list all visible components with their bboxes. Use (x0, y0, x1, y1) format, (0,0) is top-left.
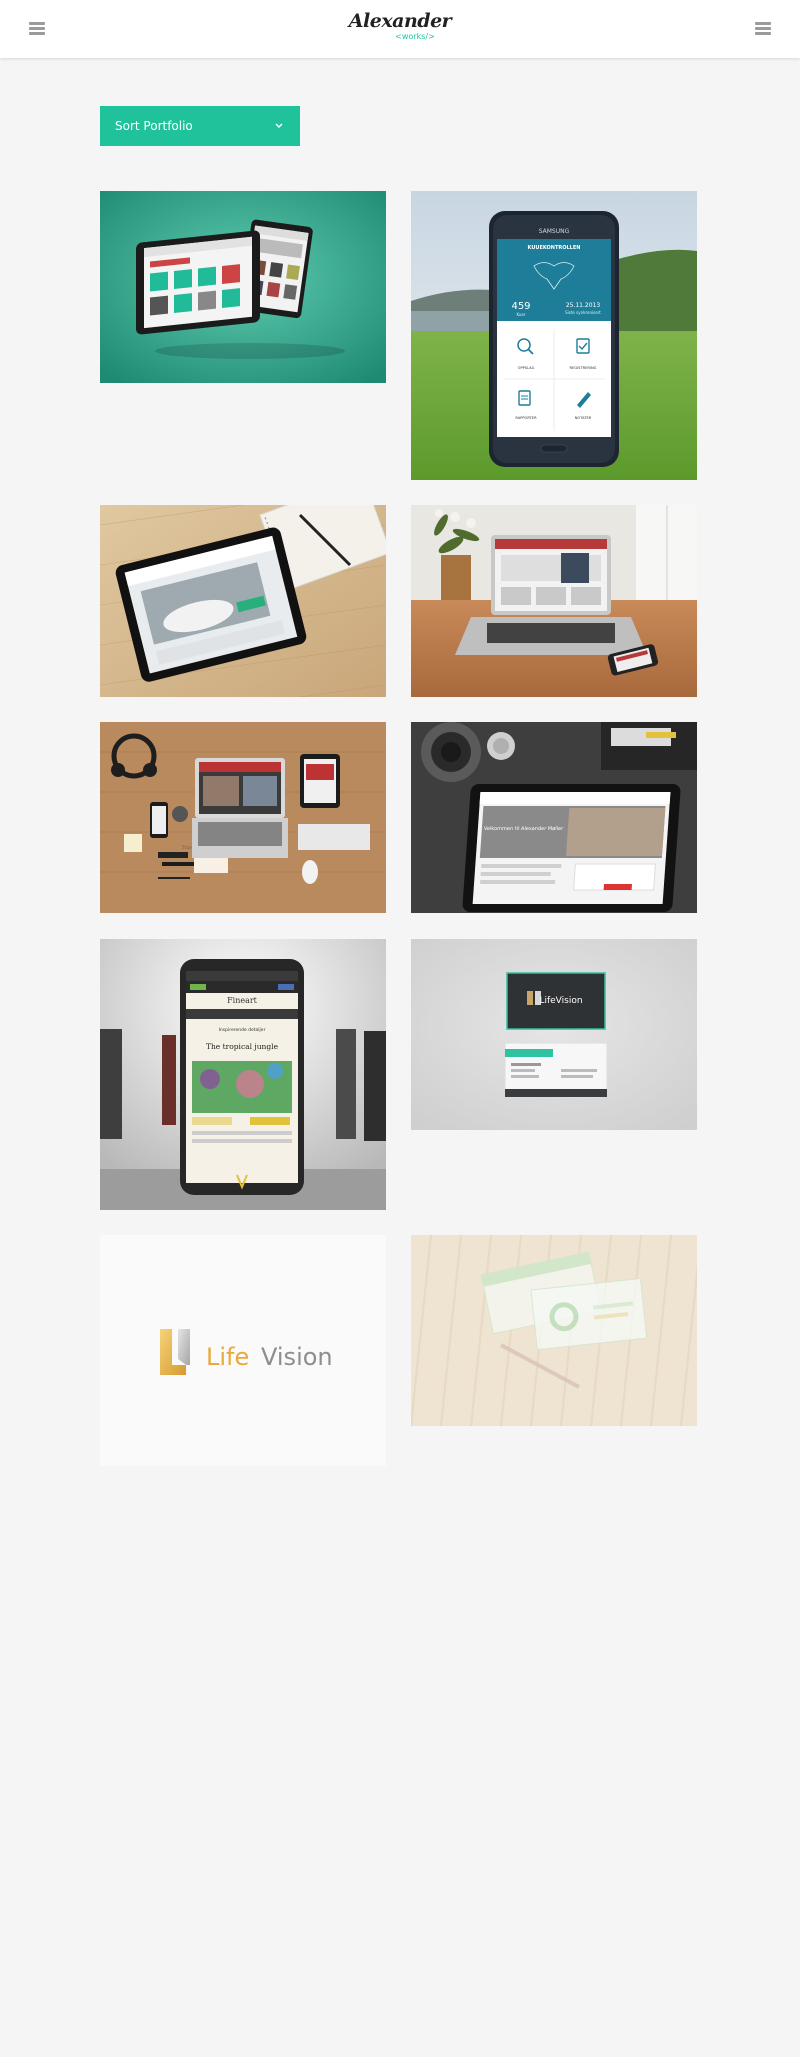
app-button-label-2: REGISTRERING (570, 366, 597, 370)
portfolio-item-lifevision-cards[interactable]: LifeVision (411, 939, 697, 1130)
app-button-label-1: OPPSLAG (518, 366, 535, 370)
flatlay-devices-image: Travel. Create. Sell more. (100, 722, 386, 913)
portfolio-item-ipad-camera[interactable]: Velkommen til Alexander Møller (411, 722, 697, 913)
logo-name: Alexander (348, 10, 452, 32)
ipad-pair-image (100, 191, 386, 383)
macbook-flowers-image (411, 505, 697, 697)
site-header: Alexander <works/> (0, 0, 800, 58)
portfolio-item-fineart-phone[interactable]: Fineart Inspirerende detaljer The tropic… (100, 939, 386, 1210)
portfolio-item-flatlay-devices[interactable]: Travel. Create. Sell more. (100, 722, 386, 913)
logo-life-text: Life (206, 1343, 249, 1371)
app-button-label-3: RAPPORTER (515, 416, 537, 420)
samsung-app-image: SAMSUNG KUUEKONTROLLEN 459 Kuer 25.11.20… (411, 191, 697, 480)
sort-portfolio-label: Sort Portfolio (115, 119, 193, 133)
fineart-brand: Fineart (227, 996, 258, 1005)
portfolio-item-ipad-wood[interactable] (100, 505, 386, 697)
portfolio-item-ipad-pair[interactable] (100, 191, 386, 383)
phone-brand-text: SAMSUNG (539, 228, 570, 235)
fineart-heading: Inspirerende detaljer (219, 1027, 266, 1033)
app-button-label-4: NOTATER (575, 416, 592, 420)
ipad-camera-image: Velkommen til Alexander Møller (411, 722, 697, 913)
lifevision-cards-image: LifeVision (411, 939, 697, 1130)
ipad-camera-headline: Velkommen til Alexander Møller (484, 826, 565, 832)
fineart-phone-image: Fineart Inspirerende detaljer The tropic… (100, 939, 386, 1210)
sort-portfolio-dropdown[interactable]: Sort Portfolio (100, 106, 300, 146)
portfolio-item-green-cards[interactable] (411, 1235, 697, 1426)
portfolio-item-macbook-flowers[interactable] (411, 505, 697, 697)
app-title-text: KUUEKONTROLLEN (528, 245, 581, 251)
date-value-text: 25.11.2013 (566, 302, 601, 309)
right-menu-hamburger-icon[interactable] (755, 22, 771, 35)
portfolio-item-samsung-app[interactable]: SAMSUNG KUUEKONTROLLEN 459 Kuer 25.11.20… (411, 191, 697, 480)
lifevision-card-logo: LifeVision (539, 996, 582, 1006)
logo-tagline: <works/> (395, 32, 435, 41)
date-label-text: Siste synkronisert (565, 310, 601, 315)
lifevision-logo-image: Life Vision (100, 1235, 386, 1466)
logo-vision-text: Vision (261, 1343, 333, 1371)
green-cards-image (411, 1235, 697, 1426)
portfolio-item-lifevision-logo[interactable]: Life Vision (100, 1235, 386, 1466)
chevron-down-icon (275, 123, 283, 128)
fineart-artwork-title: The tropical jungle (206, 1042, 279, 1051)
ipad-wood-image (100, 505, 386, 697)
site-logo[interactable]: Alexander <works/> (0, 11, 800, 42)
stat-label-text: Kuer (516, 312, 525, 317)
stat-value-text: 459 (511, 301, 530, 312)
